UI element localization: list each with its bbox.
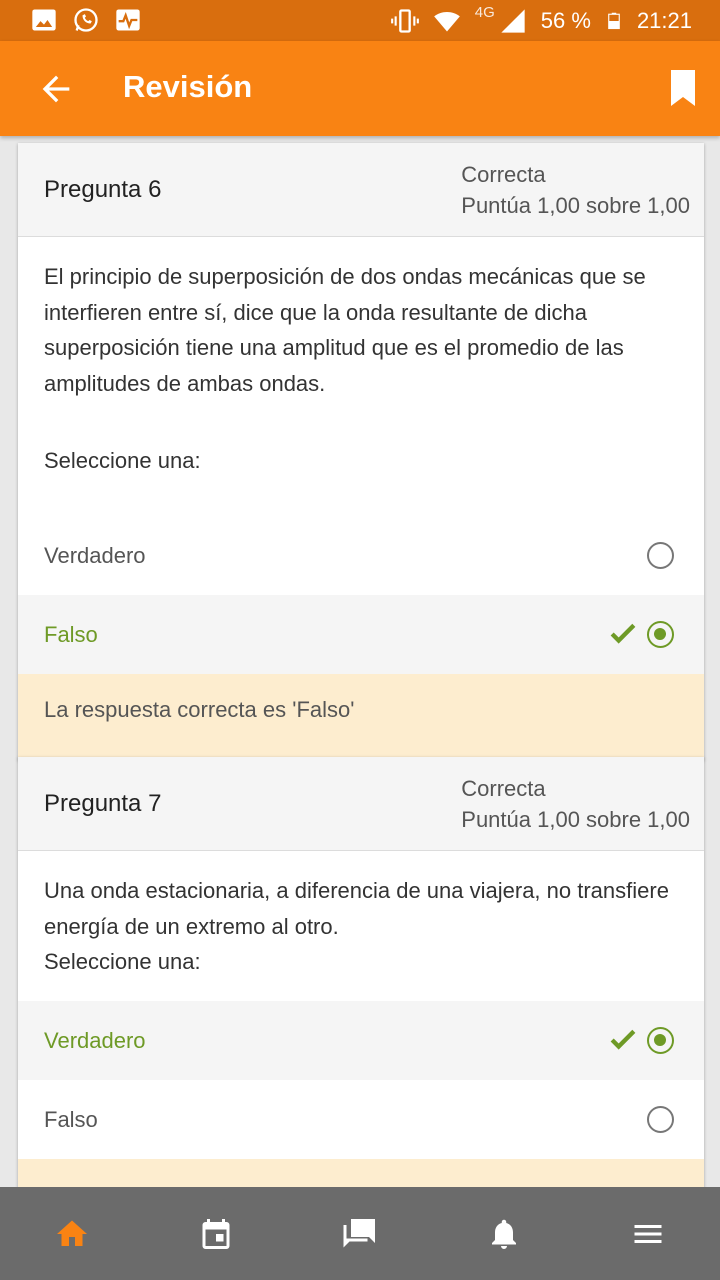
nav-home[interactable] (0, 1187, 144, 1280)
option-falso[interactable]: Falso (18, 595, 704, 674)
question-text: Una onda estacionaria, a diferencia de u… (44, 878, 669, 939)
checkmark-icon (610, 1029, 636, 1050)
bottom-navigation (0, 1187, 720, 1280)
option-label: Falso (44, 1107, 98, 1132)
wifi-icon (433, 11, 460, 31)
nav-notifications[interactable] (432, 1187, 576, 1280)
question-text: El principio de superposición de dos ond… (44, 264, 646, 396)
question-title: Pregunta 6 (44, 176, 162, 203)
notifications-icon (492, 1219, 516, 1249)
option-label: Verdadero (44, 1028, 146, 1053)
question-card-6: Pregunta 6 Correcta Puntúa 1,00 sobre 1,… (18, 143, 704, 760)
clock: 21:21 (636, 7, 692, 33)
menu-icon (634, 1224, 662, 1243)
messages-icon (343, 1218, 375, 1247)
feedback-box (18, 1159, 704, 1189)
checkmark-icon (610, 623, 636, 644)
battery-label: 56 % (540, 7, 591, 33)
home-icon (57, 1220, 87, 1246)
network-label: 4G (474, 4, 495, 21)
question-status: Correcta Puntúa 1,00 sobre 1,00 (461, 773, 690, 835)
select-label: Seleccione una: (44, 448, 201, 473)
battery-icon (608, 12, 620, 29)
nav-menu[interactable] (576, 1187, 720, 1280)
radio-button-selected[interactable] (647, 1027, 674, 1054)
status-bar: 4G 56 % 21:21 (0, 0, 720, 41)
option-label: Verdadero (44, 543, 146, 568)
question-header: Pregunta 6 Correcta Puntúa 1,00 sobre 1,… (18, 143, 704, 237)
arrow-left-icon[interactable] (36, 69, 76, 109)
bookmark-icon[interactable] (668, 70, 698, 106)
vibrate-icon (390, 8, 419, 33)
app-bar: Revisión (0, 41, 720, 136)
option-label: Falso (44, 622, 98, 647)
feedback-box: La respuesta correcta es 'Falso' (18, 674, 704, 760)
calendar-icon (202, 1218, 230, 1249)
radio-button[interactable] (647, 542, 674, 569)
page-title: Revisión (123, 69, 253, 104)
option-verdadero[interactable]: Verdadero (18, 1001, 704, 1080)
nav-calendar[interactable] (144, 1187, 288, 1280)
option-verdadero[interactable]: Verdadero (18, 516, 704, 595)
question-header: Pregunta 7 Correcta Puntúa 1,00 sobre 1,… (18, 757, 704, 851)
option-falso[interactable]: Falso (18, 1080, 704, 1159)
question-state: Correcta (461, 162, 546, 187)
question-title: Pregunta 7 (44, 790, 162, 817)
nav-messages[interactable] (288, 1187, 432, 1280)
radio-button[interactable] (647, 1106, 674, 1133)
question-status: Correcta Puntúa 1,00 sobre 1,00 (461, 159, 690, 221)
question-grade: Puntúa 1,00 sobre 1,00 (461, 193, 690, 218)
activity-icon (116, 9, 140, 31)
question-state: Correcta (461, 776, 546, 801)
signal-icon (501, 8, 525, 33)
question-grade: Puntúa 1,00 sobre 1,00 (461, 807, 690, 832)
select-label: Seleccione una: (44, 949, 201, 974)
radio-button-selected[interactable] (647, 621, 674, 648)
question-card-7: Pregunta 7 Correcta Puntúa 1,00 sobre 1,… (18, 757, 704, 1197)
whatsapp-icon (74, 8, 98, 32)
gallery-icon (32, 9, 56, 31)
